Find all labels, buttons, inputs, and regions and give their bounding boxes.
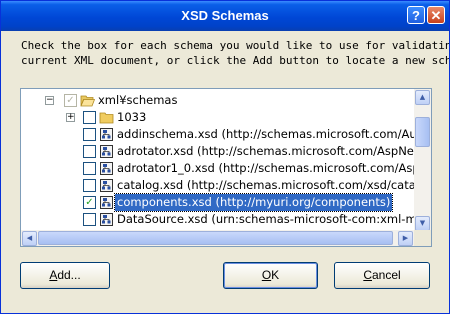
schema-label: 1033 [117,110,147,124]
schema-file-icon [100,179,113,192]
scrollbar-corner [414,230,431,246]
horizontal-scroll-thumb[interactable] [38,231,393,245]
schema-row[interactable]: adrotator.xsd (http://schemas.microsoft.… [83,143,431,160]
expand-folder-toggle[interactable]: + [66,113,75,122]
ok-label: K [271,268,280,282]
title-bar[interactable]: XSD Schemas ? ✕ [1,1,449,31]
schema-label: components.xsd (http://myuri.org/compone… [113,193,394,212]
horizontal-scrollbar[interactable]: ◀ ▶ [21,230,414,246]
schema-row[interactable]: DataSource.xsd (urn:schemas-microsoft-co… [83,211,431,228]
schema-label: adrotator.xsd (http://schemas.microsoft.… [117,144,431,158]
schema-label: catalog.xsd (http://schemas.microsoft.co… [117,178,432,192]
schema-row[interactable]: ✓ components.xsd (http://myuri.org/compon… [83,193,423,212]
schema-checkbox[interactable] [83,128,96,141]
cancel-mnemonic: C [363,268,372,282]
tree-folder-row[interactable]: 1033 [83,109,423,126]
tree-root-row[interactable]: ✓ xml¥schemas [64,92,264,109]
schema-label: addinschema.xsd (http://schemas.microsof… [117,127,431,141]
folder-icon [99,112,114,124]
schema-checkbox[interactable] [83,145,96,158]
ok-button[interactable]: OK [223,262,318,289]
dialog-title: XSD Schemas [181,8,269,23]
collapse-root-toggle[interactable]: − [45,96,54,105]
schema-file-icon [100,128,113,141]
schema-file-icon [100,145,113,158]
cancel-label: ancel [371,268,401,282]
cancel-button[interactable]: Cancel [334,262,430,289]
scroll-left-button[interactable]: ◀ [22,231,37,246]
open-folder-icon [80,95,95,107]
schema-checkbox[interactable] [83,111,96,124]
instructions-line-1: Check the box for each schema you would … [21,39,450,52]
schema-label: DataSource.xsd (urn:schemas-microsoft-co… [117,212,432,226]
schema-file-icon [100,162,113,175]
schema-label: adrotator1_0.xsd (http://schemas.microso… [117,161,432,175]
schema-file-icon [100,213,113,226]
schema-checkbox[interactable] [83,179,96,192]
scroll-right-button[interactable]: ▶ [398,231,413,246]
add-button[interactable]: Add... [20,262,110,289]
close-button[interactable]: ✕ [427,6,445,24]
ok-mnemonic: O [261,268,272,282]
tree-root-label: xml¥schemas [98,93,178,107]
schema-tree[interactable]: − ✓ xml¥schemas +1033 addinschema.xsd (ht… [20,88,432,247]
instructions-line-2: current XML document, or click the Add b… [21,54,450,67]
help-button[interactable]: ? [407,6,425,24]
vertical-scroll-thumb[interactable] [415,117,430,147]
schema-checkbox[interactable]: ✓ [83,196,96,209]
scroll-up-button[interactable]: ▲ [415,90,430,105]
root-checkbox: ✓ [64,94,77,107]
schema-checkbox[interactable] [83,162,96,175]
add-label: dd... [57,268,81,282]
schema-row[interactable]: catalog.xsd (http://schemas.microsoft.co… [83,177,431,194]
xsd-schemas-dialog: XSD Schemas ? ✕ Check the box for each s… [0,0,450,314]
schema-row[interactable]: addinschema.xsd (http://schemas.microsof… [83,126,431,143]
instructions-text: Check the box for each schema you would … [21,38,450,68]
schema-row[interactable]: adrotator1_0.xsd (http://schemas.microso… [83,160,431,177]
schema-file-icon [100,196,113,209]
vertical-scrollbar[interactable]: ▲ ▼ [414,89,431,232]
scroll-down-button[interactable]: ▼ [415,216,430,231]
schema-checkbox[interactable] [83,213,96,226]
